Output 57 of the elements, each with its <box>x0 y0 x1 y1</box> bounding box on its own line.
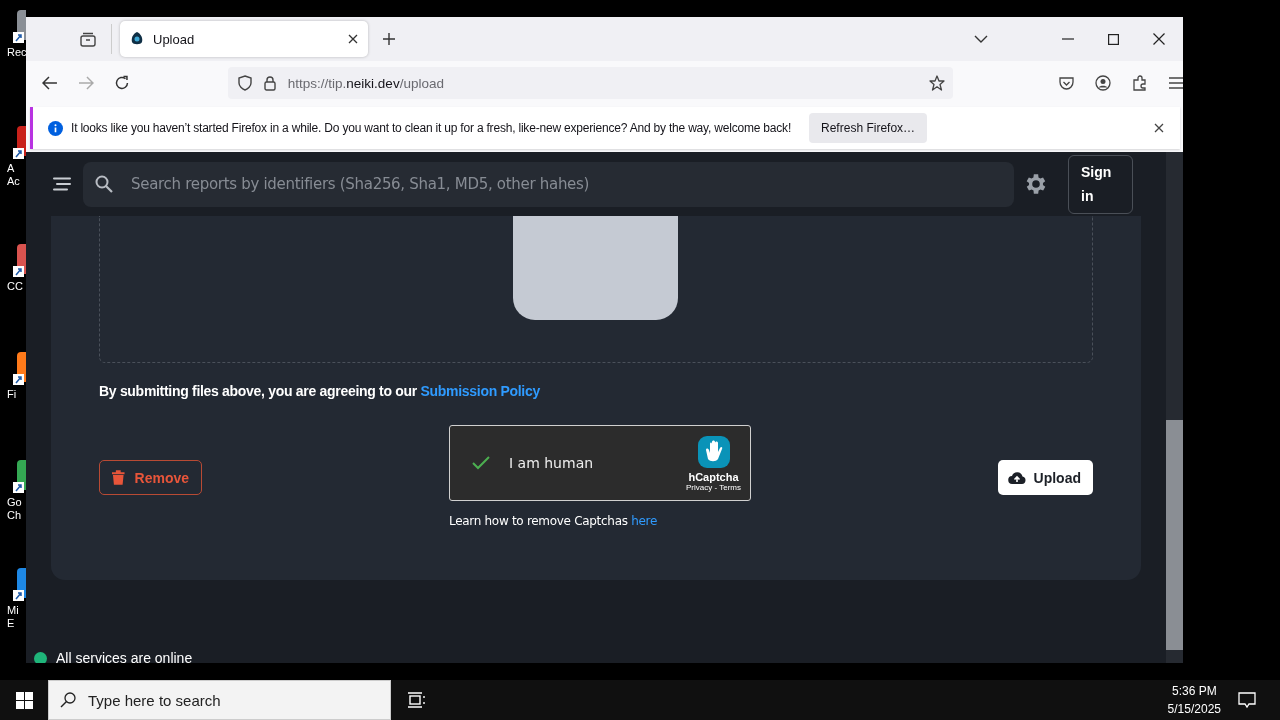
search-icon <box>60 692 76 708</box>
hand-logo-icon <box>696 434 731 469</box>
cloud-upload-icon <box>1007 470 1026 485</box>
notifications-icon[interactable] <box>1238 691 1256 709</box>
windows-start-icon[interactable] <box>16 691 33 709</box>
pocket-icon[interactable] <box>1059 76 1074 90</box>
star-icon[interactable] <box>929 75 945 91</box>
desktop-icon-label: E <box>7 617 15 630</box>
puzzle-icon[interactable] <box>1132 75 1148 91</box>
address-bar[interactable]: https://tip.neiki.dev/upload <box>227 67 953 99</box>
info-icon <box>48 120 63 136</box>
scrollbar-thumb[interactable] <box>1166 420 1183 650</box>
close-icon[interactable] <box>1153 33 1165 45</box>
trash-icon <box>112 470 125 485</box>
sign-in-button[interactable]: Sign in <box>1068 154 1133 214</box>
desktop-icon-label: Rec <box>7 46 26 59</box>
site-icon <box>130 31 144 47</box>
shield-icon[interactable] <box>237 75 252 91</box>
task-view-icon[interactable] <box>407 692 425 708</box>
remove-button[interactable]: Remove <box>99 460 202 495</box>
desktop-icon-label: Go <box>7 496 22 509</box>
captcha-note: Learn how to remove Captchas here <box>449 514 658 528</box>
clock-time[interactable]: 5:36 PM <box>1171 682 1217 700</box>
new-tab-icon[interactable] <box>382 32 396 46</box>
browser-tab[interactable]: Upload <box>120 21 368 57</box>
captcha-links[interactable]: Privacy - Terms <box>686 482 741 492</box>
menu-icon[interactable] <box>1169 77 1183 89</box>
tab-list-icon[interactable] <box>79 31 97 47</box>
desktop-icon-label: A <box>7 162 15 175</box>
reload-icon[interactable] <box>113 75 130 91</box>
search-icon <box>95 174 113 193</box>
desktop-icon-label: Mi <box>7 604 19 617</box>
scrollbar[interactable] <box>1166 152 1183 663</box>
captcha-label: I am human <box>509 455 594 471</box>
desktop-icon-label: Ac <box>7 175 20 188</box>
policy-link[interactable]: Submission Policy <box>420 383 540 399</box>
status-text: All services are online <box>56 650 193 663</box>
account-icon[interactable] <box>1095 75 1111 91</box>
captcha-brand: hCaptcha <box>688 470 739 483</box>
desktop-icon-label: Fi <box>7 388 17 401</box>
captcha-help-link[interactable]: here <box>631 514 657 528</box>
drop-zone[interactable] <box>99 216 1093 363</box>
policy-text: By submitting files above, you are agreeing to our Submission Policy <box>99 383 541 399</box>
back-icon[interactable] <box>42 76 58 90</box>
clock-date[interactable]: 5/15/2025 <box>1167 700 1221 718</box>
desktop-icon-label: Ch <box>7 509 22 522</box>
chevron-down-icon[interactable] <box>974 35 988 43</box>
refresh-button[interactable]: Refresh Firefox… <box>809 113 928 143</box>
upload-button[interactable]: Upload <box>997 460 1093 495</box>
maximize-icon[interactable] <box>1108 33 1119 45</box>
desktop-icon-label: CC <box>7 280 23 293</box>
notification-message: It looks like you haven’t started Firefox in a while. Do you want to clean it up for a fresh, like-new experience? And by the way, welcome back! <box>71 121 792 135</box>
lock-icon[interactable] <box>263 75 276 91</box>
search-field[interactable]: Search reports by identifiers (Sha256, Sha1, MD5, other hahes) <box>83 161 1014 207</box>
taskbar-search-field[interactable]: Type here to search <box>48 680 391 720</box>
close-icon[interactable] <box>1154 123 1164 133</box>
close-icon[interactable] <box>348 34 358 44</box>
